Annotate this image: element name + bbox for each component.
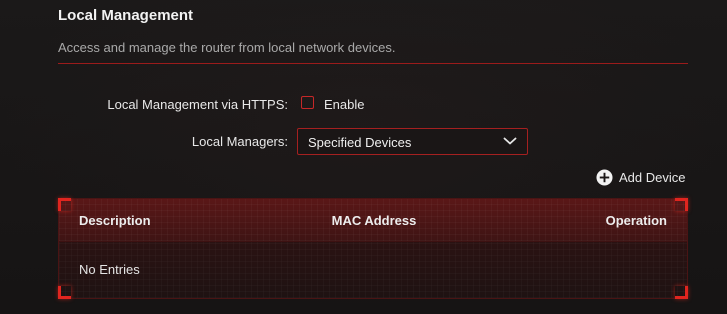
local-managers-select[interactable]: Specified Devices	[297, 128, 528, 155]
corner-accent-top-right	[675, 198, 688, 211]
device-table: Description MAC Address Operation No Ent…	[58, 198, 688, 299]
https-label: Local Management via HTTPS:	[107, 97, 288, 112]
add-device-label: Add Device	[619, 169, 686, 185]
section-title: Local Management	[58, 7, 194, 24]
https-enable-checkbox[interactable]	[301, 96, 314, 109]
https-enable-label[interactable]: Enable	[324, 97, 364, 112]
column-operation: Operation	[605, 213, 667, 228]
local-managers-label: Local Managers:	[191, 134, 288, 149]
column-mac-address: MAC Address	[331, 213, 417, 228]
corner-accent-top-left	[58, 198, 71, 211]
corner-accent-bottom-left	[58, 286, 71, 299]
corner-accent-bottom-right	[675, 286, 688, 299]
section-subtitle: Access and manage the router from local …	[58, 40, 396, 55]
local-management-panel: Local Management Access and manage the r…	[0, 0, 727, 314]
add-device-button[interactable]: Add Device	[596, 168, 685, 186]
local-managers-value: Specified Devices	[308, 135, 412, 150]
plus-circle-icon	[596, 168, 613, 186]
empty-message: No Entries	[79, 262, 140, 277]
chevron-down-icon	[503, 137, 517, 145]
divider	[58, 63, 688, 64]
table-header: Description MAC Address Operation	[59, 199, 687, 242]
